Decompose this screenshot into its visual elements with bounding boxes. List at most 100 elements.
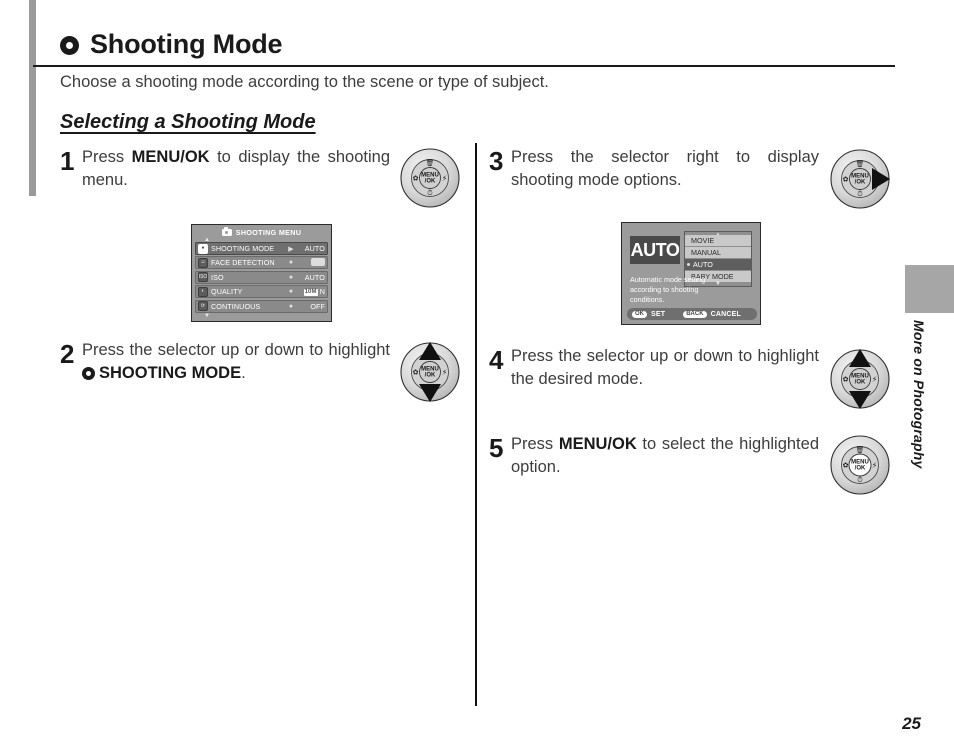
option-movie[interactable]: MOVIE [685,235,751,247]
face-icon: ☺ [198,257,208,268]
svg-text:⏱: ⏱ [857,476,863,484]
step-key-name: MENU/OK [131,148,210,166]
menu-row-quality[interactable]: ◐ QUALITY ● 10M N [195,285,328,299]
scroll-down-caret-icon: ▼ [204,312,210,319]
continuous-icon: ⟳ [198,301,208,312]
selector-diagram-step-4-up-down: MENU /OK ✿ ⚡ [830,349,890,409]
svg-text:⏱: ⏱ [857,190,863,198]
step-text: Press the selector up or down to highlig… [82,339,390,386]
menu-row-continuous[interactable]: ⟳ CONTINUOUS ● OFF [195,299,328,313]
svg-text:✿: ✿ [843,176,849,184]
step-key-name: SHOOTING MODE [99,364,242,383]
menu-row-marker-icon: ● [288,302,294,310]
page-number: 25 [902,714,921,733]
svg-text:⚡: ⚡ [872,461,878,470]
step-number: 4 [489,345,504,375]
menu-row-label: CONTINUOUS [211,301,261,311]
step-number: 3 [489,146,504,176]
quality-icon: ◐ [198,286,208,297]
lcd-shooting-menu: SHOOTING MENU ▲ ● SHOOTING MODE ▶ AUTO ☺… [191,224,332,322]
ok-key-icon: OK [632,310,647,318]
step-text-part: . [241,364,246,383]
section-heading: Selecting a Shooting Mode [60,111,316,133]
menu-row-label: ISO [211,272,224,282]
face-detection-glyph-icon [311,257,325,266]
svg-text:/OK: /OK [855,466,866,472]
lcd-key-hint-bar: OK SET BACK CANCEL [627,308,757,320]
option-auto[interactable]: AUTO [685,259,751,271]
menu-row-marker-icon: ● [288,288,294,296]
lcd-shooting-mode-options: AUTO ▲ MOVIE MANUAL AUTO BABY MODE ▼ Aut… [621,222,761,325]
svg-text:/OK: /OK [855,380,866,386]
step-number: 2 [60,339,75,369]
iso-icon: ISO [198,272,208,283]
svg-text:⚡: ⚡ [872,375,878,384]
step-key-name: MENU/OK [558,435,637,453]
svg-text:/OK: /OK [425,373,436,379]
menu-row-value: AUTO [304,244,325,253]
step-text-part: Press [511,435,559,453]
page-title: Shooting Mode [90,28,283,59]
menu-row-label: QUALITY [211,287,243,297]
svg-text:/OK: /OK [425,179,436,185]
chapter-tab-block [905,265,954,313]
ok-key-action: SET [651,310,666,318]
option-manual[interactable]: MANUAL [685,247,751,259]
lcd-menu-title-bar: SHOOTING MENU [195,227,328,238]
step-text: Press MENU/OK to display the shooting me… [82,146,390,193]
selector-diagram-step-1: MENU /OK 🗑 ✿ ⚡ ⏱ [400,148,460,208]
scroll-down-caret-icon: ▼ [715,281,721,287]
svg-text:/OK: /OK [855,180,866,186]
header-divider [33,65,895,67]
page-spine-bar [29,0,36,196]
menu-row-marker-icon: ▶ [288,245,294,253]
step-text: Press MENU/OK to select the highlighted … [511,433,819,480]
svg-text:🗑: 🗑 [426,158,435,167]
menu-row-label: FACE DETECTION [211,258,275,268]
step-text: Press the selector right to display shoo… [511,148,819,190]
step-number: 1 [60,146,75,176]
selector-diagram-step-3-right: MENU /OK 🗑 ✿ ⏱ [830,149,890,209]
svg-text:⚡: ⚡ [442,174,448,183]
menu-row-value: AUTO [304,272,325,282]
svg-text:⚡: ⚡ [442,368,448,377]
mode-description: Automatic mode setting according to shoo… [630,275,706,305]
menu-row-value: 10M N [303,287,325,297]
selector-diagram-step-2-up-down: MENU /OK ✿ ⚡ [400,342,460,402]
menu-row-marker-icon: ● [288,259,294,267]
page-header: Shooting Mode [60,22,895,66]
resolution-badge: 10M [303,288,318,296]
menu-row-value [295,257,325,268]
step-2: 2 Press the selector up or down to highl… [60,339,390,386]
menu-row-marker-icon: ● [288,273,294,281]
step-text-part: Press the selector up or down to highlig… [82,341,390,359]
selector-diagram-step-5-menu-ok: MENU /OK 🗑 ✿ ⚡ ⏱ [830,435,890,495]
svg-text:✿: ✿ [413,175,419,183]
shooting-mode-dot-icon [82,367,95,381]
back-key-icon: BACK [683,310,707,318]
svg-text:⏱: ⏱ [427,189,433,197]
menu-row-shooting-mode[interactable]: ● SHOOTING MODE ▶ AUTO [195,242,328,255]
back-key-action: CANCEL [710,310,741,318]
svg-text:🗑: 🗑 [856,445,865,454]
menu-row-face-detection[interactable]: ☺ FACE DETECTION ● [195,256,328,270]
menu-row-iso[interactable]: ISO ISO ● AUTO [195,270,328,284]
svg-text:✿: ✿ [843,376,849,384]
intro-paragraph: Choose a shooting mode according to the … [60,73,549,91]
manual-page: Shooting Mode Choose a shooting mode acc… [0,0,954,754]
step-number: 5 [489,433,504,463]
step-text-part: Press [82,148,132,166]
step-text: Press the selector up or down to highlig… [511,347,819,389]
step-3: 3 Press the selector right to display sh… [489,146,819,193]
menu-row-label: SHOOTING MODE [211,244,275,253]
svg-text:🗑: 🗑 [856,159,865,168]
svg-text:✿: ✿ [843,462,849,470]
column-divider [475,143,477,706]
camera-icon [221,227,232,236]
step-4: 4 Press the selector up or down to highl… [489,345,819,392]
step-5: 5 Press MENU/OK to select the highlighte… [489,433,819,480]
step-1: 1 Press MENU/OK to display the shooting … [60,146,390,193]
shooting-mode-dot-icon [60,35,79,55]
chapter-tab-label: More on Photography [911,320,927,469]
lcd-menu-title: SHOOTING MENU [235,228,302,237]
